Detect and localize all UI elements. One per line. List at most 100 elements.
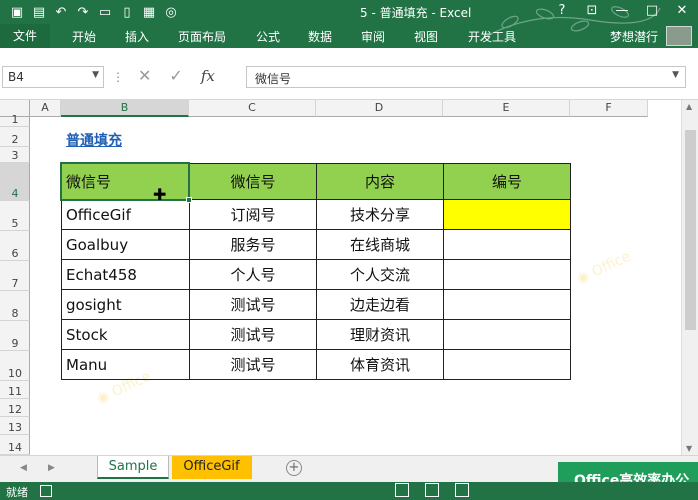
cross-cursor-icon: ✚ (153, 185, 167, 204)
column-header-e[interactable]: E (443, 100, 570, 117)
name-box[interactable]: B4 ▼ (2, 66, 104, 88)
scroll-down-icon[interactable]: ▼ (686, 444, 692, 453)
save-icon[interactable]: ▤ (30, 3, 48, 21)
tab-review[interactable]: 审阅 (361, 28, 385, 45)
row-header-1[interactable]: 1 (0, 113, 30, 127)
tab-view[interactable]: 视图 (414, 28, 438, 45)
table-cell[interactable]: Manu (61, 349, 190, 380)
table-cell[interactable]: Stock (61, 319, 190, 350)
macro-record-icon[interactable] (40, 485, 52, 497)
table-cell[interactable]: 个人交流 (316, 259, 444, 290)
scrollbar-thumb[interactable] (685, 130, 696, 330)
row-header-7[interactable]: 7 (0, 261, 30, 291)
table-cell[interactable]: 边走边看 (316, 289, 444, 320)
table-header-cell[interactable]: 微信号 (189, 163, 317, 200)
next-sheet-icon[interactable]: ▶ (48, 463, 55, 473)
sheet-tab-sample[interactable]: Sample (97, 456, 169, 479)
name-box-value: B4 (8, 70, 24, 84)
table-cell[interactable]: OfficeGif (61, 199, 190, 230)
add-sheet-button[interactable]: + (286, 460, 302, 476)
table-cell[interactable] (443, 319, 571, 350)
table-header-cell[interactable]: 内容 (316, 163, 444, 200)
status-bar: 就绪 (0, 482, 698, 500)
prev-sheet-icon[interactable]: ◀ (20, 463, 27, 473)
sheet-title-cell[interactable]: 普通填充 (66, 130, 122, 150)
table-cell[interactable]: 测试号 (189, 289, 317, 320)
table-cell[interactable]: 订阅号 (189, 199, 317, 230)
tab-insert[interactable]: 插入 (125, 28, 149, 45)
page-break-view-icon[interactable] (455, 483, 469, 497)
status-text: 就绪 (6, 486, 28, 499)
tab-page-layout[interactable]: 页面布局 (178, 28, 226, 45)
table-header-row: 微信号 微信号 内容 编号 (61, 163, 571, 200)
view-buttons (395, 483, 469, 497)
table-cell[interactable]: 体育资讯 (316, 349, 444, 380)
table-cell[interactable]: gosight (61, 289, 190, 320)
tab-home[interactable]: 开始 (72, 28, 96, 45)
row-header-5[interactable]: 5 (0, 201, 30, 231)
tab-data[interactable]: 数据 (308, 28, 332, 45)
open-folder-icon[interactable]: ▭ (96, 3, 114, 21)
new-file-icon[interactable]: ▯ (118, 3, 136, 21)
formula-input-value: 微信号 (255, 72, 292, 86)
format-icon[interactable]: ▦ (140, 3, 158, 21)
sheet-tab-officegif[interactable]: OfficeGif (172, 456, 252, 479)
row-header-12[interactable]: 12 (0, 399, 30, 417)
row-header-14[interactable]: 14 (0, 435, 30, 455)
formula-input[interactable]: 微信号 ▼ (246, 66, 686, 88)
row-header-13[interactable]: 13 (0, 417, 30, 435)
row-header-9[interactable]: 9 (0, 321, 30, 351)
enter-check-icon[interactable]: ✓ (169, 66, 182, 85)
table-cell[interactable]: Echat458 (61, 259, 190, 290)
column-header-b[interactable]: B (61, 100, 189, 117)
formula-bar-buttons: ✕ ✓ fx (138, 66, 215, 85)
cancel-icon[interactable]: ✕ (138, 66, 151, 85)
row-header-2[interactable]: 2 (0, 127, 30, 147)
window-title: 5 - 普通填充 - Excel (360, 6, 472, 20)
table-cell[interactable]: 技术分享 (316, 199, 444, 230)
column-header-d[interactable]: D (316, 100, 443, 117)
undo-icon[interactable]: ↶ (52, 3, 70, 21)
table-header-cell[interactable]: 编号 (443, 163, 571, 200)
row-header-11[interactable]: 11 (0, 381, 30, 399)
column-header-c[interactable]: C (189, 100, 316, 117)
table-cell[interactable]: 在线商城 (316, 229, 444, 260)
scroll-up-icon[interactable]: ▲ (686, 102, 692, 111)
vertical-scrollbar[interactable]: ▲ ▼ (681, 100, 698, 455)
chevron-down-icon[interactable]: ▼ (92, 70, 99, 80)
table-cell[interactable] (443, 259, 571, 290)
table-cell[interactable]: 服务号 (189, 229, 317, 260)
tab-formulas[interactable]: 公式 (256, 28, 280, 45)
normal-view-icon[interactable] (395, 483, 409, 497)
fill-handle[interactable] (186, 197, 192, 203)
table-cell[interactable]: Goalbuy (61, 229, 190, 260)
column-header-f[interactable]: F (570, 100, 648, 117)
row-header-6[interactable]: 6 (0, 231, 30, 261)
column-header-a[interactable]: A (30, 100, 61, 117)
table-row: gosight 测试号 边走边看 (61, 289, 571, 320)
quick-access-toolbar: ▣ ▤ ↶ ↷ ▭ ▯ ▦ ◎ (8, 3, 180, 21)
row-header-3[interactable]: 3 (0, 147, 30, 163)
expand-formula-icon[interactable]: ▼ (672, 70, 679, 80)
table-cell[interactable]: 测试号 (189, 349, 317, 380)
row-header-4[interactable]: 4 (0, 163, 30, 201)
table-header-cell[interactable]: 微信号 (61, 163, 190, 200)
row-header-8[interactable]: 8 (0, 291, 30, 321)
table-cell[interactable]: 测试号 (189, 319, 317, 350)
tab-file[interactable]: 文件 (0, 24, 50, 48)
preview-icon[interactable]: ◎ (162, 3, 180, 21)
table-cell[interactable] (443, 349, 571, 380)
insert-function-icon[interactable]: fx (201, 67, 215, 85)
page-layout-view-icon[interactable] (425, 483, 439, 497)
table-cell[interactable]: 理财资讯 (316, 319, 444, 350)
formula-bar-grip-icon[interactable]: ⋮ (112, 70, 124, 84)
redo-icon[interactable]: ↷ (74, 3, 92, 21)
row-header-10[interactable]: 10 (0, 351, 30, 381)
table-row: Goalbuy 服务号 在线商城 (61, 229, 571, 260)
table-cell-highlighted[interactable] (443, 199, 571, 230)
table-cell[interactable] (443, 229, 571, 260)
table-row: OfficeGif 订阅号 技术分享 (61, 199, 571, 230)
table-cell[interactable] (443, 289, 571, 320)
table-cell[interactable]: 个人号 (189, 259, 317, 290)
close-button[interactable]: ✕ (672, 2, 692, 20)
